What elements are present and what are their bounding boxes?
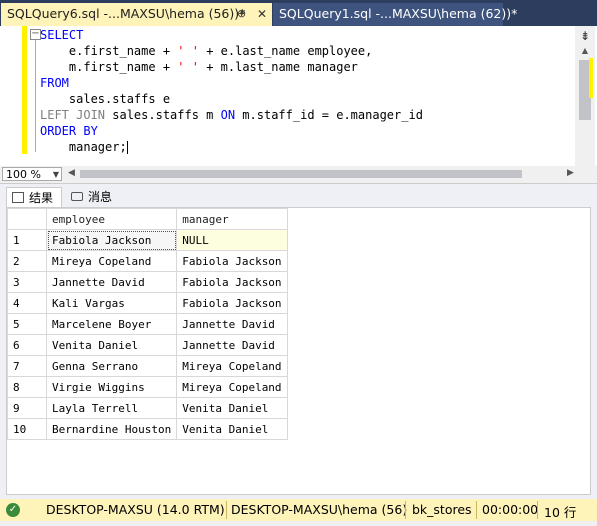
table-row[interactable]: 1 Fabiola Jackson NULL — [7, 229, 288, 251]
tab-results-label: 结果 — [29, 191, 54, 205]
tab-sqlquery6-label: SQLQuery6.sql -...MAXSU\hema (56))* — [7, 6, 246, 21]
row-number[interactable]: 9 — [7, 397, 47, 419]
cell-employee[interactable]: Kali Vargas — [45, 292, 178, 314]
tab-sqlquery1[interactable]: SQLQuery1.sql -...MAXSU\hema (62))* — [273, 3, 517, 26]
table-row[interactable]: 10 Bernardine Houston Venita Daniel — [7, 418, 288, 440]
zoom-select[interactable]: 100 % ▼ — [2, 167, 62, 181]
tab-sqlquery6[interactable]: SQLQuery6.sql -...MAXSU\hema (56))* ⊕ ✕ — [1, 3, 272, 26]
status-divider — [476, 501, 477, 519]
table-row[interactable]: 6 Venita Daniel Jannette David — [7, 334, 288, 356]
cell-employee[interactable]: Jannette David — [45, 271, 178, 293]
cell-manager[interactable]: NULL — [176, 229, 288, 251]
code-line-5: sales.staffs e — [68, 92, 171, 106]
row-number[interactable]: 7 — [7, 355, 47, 377]
scroll-up-icon[interactable]: ▲ — [575, 46, 595, 58]
code-line-4: FROM — [40, 76, 69, 90]
cell-manager[interactable]: Jannette David — [176, 313, 288, 335]
fold-guide — [35, 40, 36, 152]
split-icon[interactable]: ⇟ — [577, 28, 593, 44]
table-row[interactable]: 2 Mireya Copeland Fabiola Jackson — [7, 250, 288, 272]
status-database: bk_stores — [412, 502, 472, 517]
zoom-value: 100 % — [6, 168, 41, 181]
cell-employee[interactable]: Marcelene Boyer — [45, 313, 178, 335]
code-line-6: LEFT JOIN — [40, 108, 106, 122]
row-number-header[interactable] — [7, 208, 47, 230]
tab-sqlquery1-label: SQLQuery1.sql -...MAXSU\hema (62))* — [279, 6, 518, 21]
grid-icon — [12, 192, 24, 203]
results-grid[interactable]: employee manager 1 Fabiola Jackson NULL 2 Mi… — [6, 207, 591, 495]
cell-manager[interactable]: Fabiola Jackson — [176, 250, 288, 272]
header-row: employee manager — [7, 208, 288, 230]
column-header-employee[interactable]: employee — [45, 208, 178, 230]
tab-messages-label: 消息 — [88, 190, 113, 204]
status-user: DESKTOP-MAXSU\hema (56) — [231, 502, 408, 517]
table-row[interactable]: 8 Virgie Wiggins Mireya Copeland — [7, 376, 288, 398]
table-row[interactable]: 5 Marcelene Boyer Jannette David — [7, 313, 288, 335]
table-row[interactable]: 7 Genna Serrano Mireya Copeland — [7, 355, 288, 377]
cell-employee[interactable]: Fabiola Jackson — [45, 229, 178, 251]
text-caret — [126, 141, 128, 154]
scroll-right-icon[interactable]: ▶ — [567, 168, 574, 178]
status-server: DESKTOP-MAXSU (14.0 RTM) — [46, 502, 225, 517]
sql-code[interactable]: SELECT e.first_name + ' ' + e.last_name … — [40, 27, 423, 155]
cell-manager[interactable]: Fabiola Jackson — [176, 292, 288, 314]
cell-manager[interactable]: Mireya Copeland — [176, 355, 288, 377]
horizontal-scrollbar-thumb[interactable] — [80, 170, 522, 178]
row-number[interactable]: 1 — [7, 229, 47, 251]
cell-employee[interactable]: Genna Serrano — [45, 355, 178, 377]
row-number[interactable]: 4 — [7, 292, 47, 314]
status-row-count: 10 行 — [544, 505, 577, 520]
cell-manager[interactable]: Venita Daniel — [176, 418, 288, 440]
cell-employee[interactable]: Mireya Copeland — [45, 250, 178, 272]
cell-manager[interactable]: Venita Daniel — [176, 397, 288, 419]
code-line-8: manager; — [68, 140, 127, 154]
message-icon — [71, 192, 83, 201]
code-line-3: m.first_name + — [68, 60, 178, 74]
cell-employee[interactable]: Bernardine Houston — [45, 418, 178, 440]
status-divider — [405, 501, 406, 519]
result-tabs: 结果 消息 — [0, 184, 597, 208]
row-number[interactable]: 8 — [7, 376, 47, 398]
chevron-down-icon: ▼ — [52, 170, 59, 179]
row-number[interactable]: 2 — [7, 250, 47, 272]
success-check-icon: ✓ — [6, 503, 20, 517]
cell-manager[interactable]: Jannette David — [176, 334, 288, 356]
query-editor[interactable]: − SELECT e.first_name + ' ' + e.last_nam… — [0, 26, 597, 167]
editor-vertical-scrollbar[interactable]: ⇟ ▲ — [575, 26, 595, 166]
editor-horizontal-bar: 100 % ▼ ◀ ▶ — [0, 166, 597, 184]
code-line-1: SELECT — [40, 28, 84, 42]
cell-employee[interactable]: Virgie Wiggins — [45, 376, 178, 398]
status-divider — [226, 501, 227, 519]
table-row[interactable]: 4 Kali Vargas Fabiola Jackson — [7, 292, 288, 314]
column-header-manager[interactable]: manager — [176, 208, 288, 230]
row-number[interactable]: 10 — [7, 418, 47, 440]
table-row[interactable]: 3 Jannette David Fabiola Jackson — [7, 271, 288, 293]
pin-icon[interactable]: ⊕ — [237, 3, 246, 25]
grid-body: 1 Fabiola Jackson NULL 2 Mireya Copeland Fabi… — [7, 229, 288, 440]
cell-manager[interactable]: Fabiola Jackson — [176, 271, 288, 293]
tab-results[interactable]: 结果 — [6, 187, 62, 207]
cell-employee[interactable]: Layla Terrell — [45, 397, 178, 419]
code-line-7: ORDER BY — [40, 124, 98, 138]
change-marker — [22, 26, 27, 154]
cell-employee[interactable]: Venita Daniel — [45, 334, 178, 356]
code-line-2: e.first_name + — [68, 44, 178, 58]
row-number[interactable]: 3 — [7, 271, 47, 293]
row-number[interactable]: 6 — [7, 334, 47, 356]
tab-messages[interactable]: 消息 — [66, 187, 118, 207]
status-elapsed: 00:00:00 — [482, 502, 539, 517]
status-divider — [537, 501, 538, 519]
window-bottom-edge — [0, 521, 597, 526]
results-table: employee manager 1 Fabiola Jackson NULL 2 Mi… — [7, 208, 288, 440]
document-tab-bar: SQLQuery6.sql -...MAXSU\hema (56))* ⊕ ✕ … — [0, 0, 597, 26]
row-number[interactable]: 5 — [7, 313, 47, 335]
scrollbar-change-marker — [589, 58, 593, 98]
table-row[interactable]: 9 Layla Terrell Venita Daniel — [7, 397, 288, 419]
cell-manager[interactable]: Mireya Copeland — [176, 376, 288, 398]
status-bar: ✓ DESKTOP-MAXSU (14.0 RTM) DESKTOP-MAXSU… — [0, 499, 597, 521]
close-icon[interactable]: ✕ — [257, 3, 267, 25]
scroll-left-icon[interactable]: ◀ — [68, 168, 75, 178]
